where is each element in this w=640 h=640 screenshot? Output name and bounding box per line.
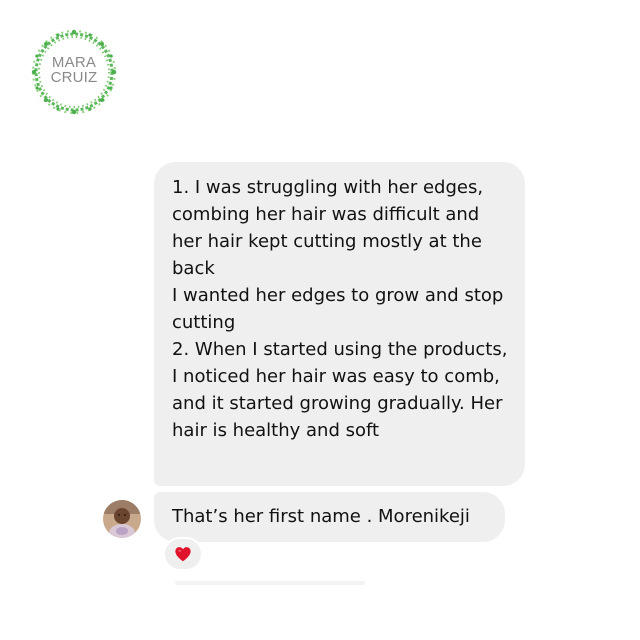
message-line: I wanted her edges to grow and stop cutt… — [172, 285, 504, 333]
message-line: 2. When I started using the products, I … — [172, 339, 508, 441]
message-text: That’s her first name . Morenikeji — [172, 506, 470, 527]
reaction-badge[interactable] — [163, 537, 203, 571]
child-avatar-icon — [103, 500, 141, 538]
logo-line-1: MARA — [51, 54, 97, 71]
heart-icon — [175, 547, 191, 562]
message-bubble-testimonial[interactable]: 1. I was struggling with her edges, comb… — [154, 162, 525, 486]
divider — [175, 581, 365, 585]
chat-screenshot: MARA CRUIZ 1. I was struggling with her … — [0, 0, 640, 640]
logo-wordmark: MARA CRUIZ — [30, 55, 118, 85]
avatar[interactable] — [103, 500, 141, 538]
message-bubble-name[interactable]: That’s her first name . Morenikeji — [154, 492, 505, 542]
message-line: 1. I was struggling with her edges, comb… — [172, 177, 484, 279]
logo-line-2: CRUIZ — [50, 69, 98, 86]
brand-logo: MARA CRUIZ — [30, 28, 118, 116]
